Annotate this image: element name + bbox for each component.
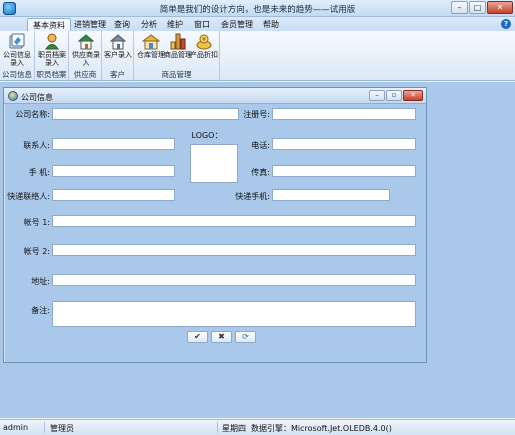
window-title: 简单是我们的设计方向，也是未来的趋势——试用版 bbox=[159, 5, 356, 15]
staff-file-entry-button[interactable]: 职员档案录入 bbox=[35, 33, 69, 71]
reg-number-input[interactable] bbox=[272, 108, 416, 120]
customer-house-icon bbox=[109, 33, 127, 50]
ribbon-group-label: 客户 bbox=[110, 70, 125, 79]
ribbon-toolbar: 公司信息录入 公司信息 职员档案录入 职员档案 供应商录入 供应商 客户录入 客… bbox=[0, 31, 515, 81]
minimize-button[interactable]: – bbox=[451, 1, 468, 14]
svg-text:¥: ¥ bbox=[202, 37, 206, 44]
refresh-icon: ⟳ bbox=[242, 332, 249, 341]
refresh-button[interactable]: ⟳ bbox=[235, 331, 256, 343]
address-label: 地址: bbox=[31, 277, 50, 286]
maximize-button[interactable]: □ bbox=[469, 1, 486, 14]
menu-help[interactable]: 帮助 bbox=[263, 19, 279, 30]
company-info-window: 公司信息 – ▫ ✕ 公司名称: 注册号: LOGO： 联系人: 电话: 手 机… bbox=[3, 87, 427, 363]
warehouse-icon bbox=[141, 33, 161, 50]
account2-label: 帐号 2: bbox=[23, 247, 50, 256]
supplier-entry-button[interactable]: 供应商录入 bbox=[69, 33, 103, 71]
status-weekday: 星期四 bbox=[222, 424, 246, 433]
status-bar: admin 管理员 星期四 数据引擎：Microsoft.Jet.OLEDB.4… bbox=[0, 419, 515, 435]
menu-window[interactable]: 窗口 bbox=[194, 19, 210, 30]
mobile-input[interactable] bbox=[52, 165, 175, 177]
ribbon-group-label: 供应商 bbox=[73, 70, 97, 79]
child-minimize-button[interactable]: – bbox=[369, 90, 385, 101]
ribbon-group-staff: 职员档案录入 职员档案 bbox=[35, 31, 69, 81]
logo-label: LOGO： bbox=[191, 131, 223, 140]
check-icon: ✔ bbox=[194, 332, 201, 341]
contact-input[interactable] bbox=[52, 138, 175, 150]
account2-input[interactable] bbox=[52, 244, 416, 256]
company-info-window-title: 公司信息 bbox=[21, 93, 53, 102]
fax-label: 传真: bbox=[251, 168, 270, 177]
express-mobile-input[interactable] bbox=[272, 189, 390, 201]
ribbon-group-label: 商品管理 bbox=[161, 70, 192, 79]
company-info-icon bbox=[8, 33, 26, 50]
menu-member[interactable]: 会员管理 bbox=[221, 19, 253, 30]
confirm-button[interactable]: ✔ bbox=[187, 331, 208, 343]
reg-number-label: 注册号: bbox=[243, 110, 270, 119]
company-name-input[interactable] bbox=[52, 108, 239, 120]
ribbon-group-supplier: 供应商录入 供应商 bbox=[69, 31, 102, 81]
menu-bar: 基本资料 进销管理 查询 分析 维护 窗口 会员管理 帮助 ? bbox=[0, 17, 515, 31]
remark-textarea[interactable] bbox=[52, 301, 416, 327]
company-name-label: 公司名称: bbox=[15, 110, 50, 119]
goods-icon bbox=[169, 33, 187, 50]
child-close-button[interactable]: ✕ bbox=[403, 90, 423, 101]
status-role: 管理员 bbox=[50, 424, 74, 433]
ribbon-group-goods: 仓库管理 商品管理 ¥ 产品折扣 商品管理 bbox=[134, 31, 220, 81]
contact-label: 联系人: bbox=[23, 141, 50, 150]
fax-input[interactable] bbox=[272, 165, 416, 177]
ribbon-group-customer: 客户录入 客户 bbox=[102, 31, 134, 81]
status-separator bbox=[217, 422, 218, 433]
ribbon-group-label: 公司信息 bbox=[2, 70, 32, 79]
account1-label: 帐号 1: bbox=[23, 218, 50, 227]
account1-input[interactable] bbox=[52, 215, 416, 227]
help-icon[interactable]: ? bbox=[501, 19, 511, 29]
phone-label: 电话: bbox=[251, 141, 270, 150]
express-mobile-label: 快递手机: bbox=[235, 192, 270, 201]
menu-basic-info[interactable]: 基本资料 bbox=[27, 18, 71, 31]
child-window-controls: – ▫ ✕ bbox=[369, 90, 423, 101]
ribbon-group-company: 公司信息录入 公司信息 bbox=[0, 31, 35, 81]
supplier-house-icon bbox=[77, 33, 95, 50]
company-info-entry-button[interactable]: 公司信息录入 bbox=[0, 33, 34, 71]
company-info-titlebar[interactable]: 公司信息 – ▫ ✕ bbox=[4, 88, 426, 104]
menu-maintenance[interactable]: 维护 bbox=[167, 19, 183, 30]
status-separator bbox=[44, 422, 45, 433]
menu-analysis[interactable]: 分析 bbox=[141, 19, 157, 30]
window-controls: – □ ✕ bbox=[451, 1, 513, 14]
express-contact-label: 快递联络人: bbox=[7, 192, 50, 201]
child-restore-button[interactable]: ▫ bbox=[386, 90, 402, 101]
address-input[interactable] bbox=[52, 274, 416, 286]
close-button[interactable]: ✕ bbox=[487, 1, 513, 14]
express-contact-input[interactable] bbox=[52, 189, 175, 201]
logo-picture-box[interactable] bbox=[190, 144, 238, 183]
product-discount-button[interactable]: ¥ 产品折扣 bbox=[187, 33, 221, 71]
menu-purchase-sales[interactable]: 进销管理 bbox=[74, 19, 106, 30]
status-user: admin bbox=[3, 423, 29, 432]
company-info-window-icon bbox=[8, 91, 18, 101]
discount-icon: ¥ bbox=[195, 33, 213, 50]
status-db-engine: 数据引擎：Microsoft.Jet.OLEDB.4.0() bbox=[251, 424, 392, 433]
phone-input[interactable] bbox=[272, 138, 416, 150]
x-icon: ✖ bbox=[218, 332, 225, 341]
cancel-button[interactable]: ✖ bbox=[211, 331, 232, 343]
mobile-label: 手 机: bbox=[28, 168, 50, 177]
ribbon-group-label: 职员档案 bbox=[36, 70, 67, 79]
window-titlebar: 简单是我们的设计方向，也是未来的趋势——试用版 – □ ✕ bbox=[0, 0, 515, 17]
remark-label: 备注: bbox=[31, 306, 50, 315]
staff-file-icon bbox=[43, 33, 61, 50]
menu-query[interactable]: 查询 bbox=[114, 19, 130, 30]
customer-entry-button[interactable]: 客户录入 bbox=[101, 33, 135, 71]
